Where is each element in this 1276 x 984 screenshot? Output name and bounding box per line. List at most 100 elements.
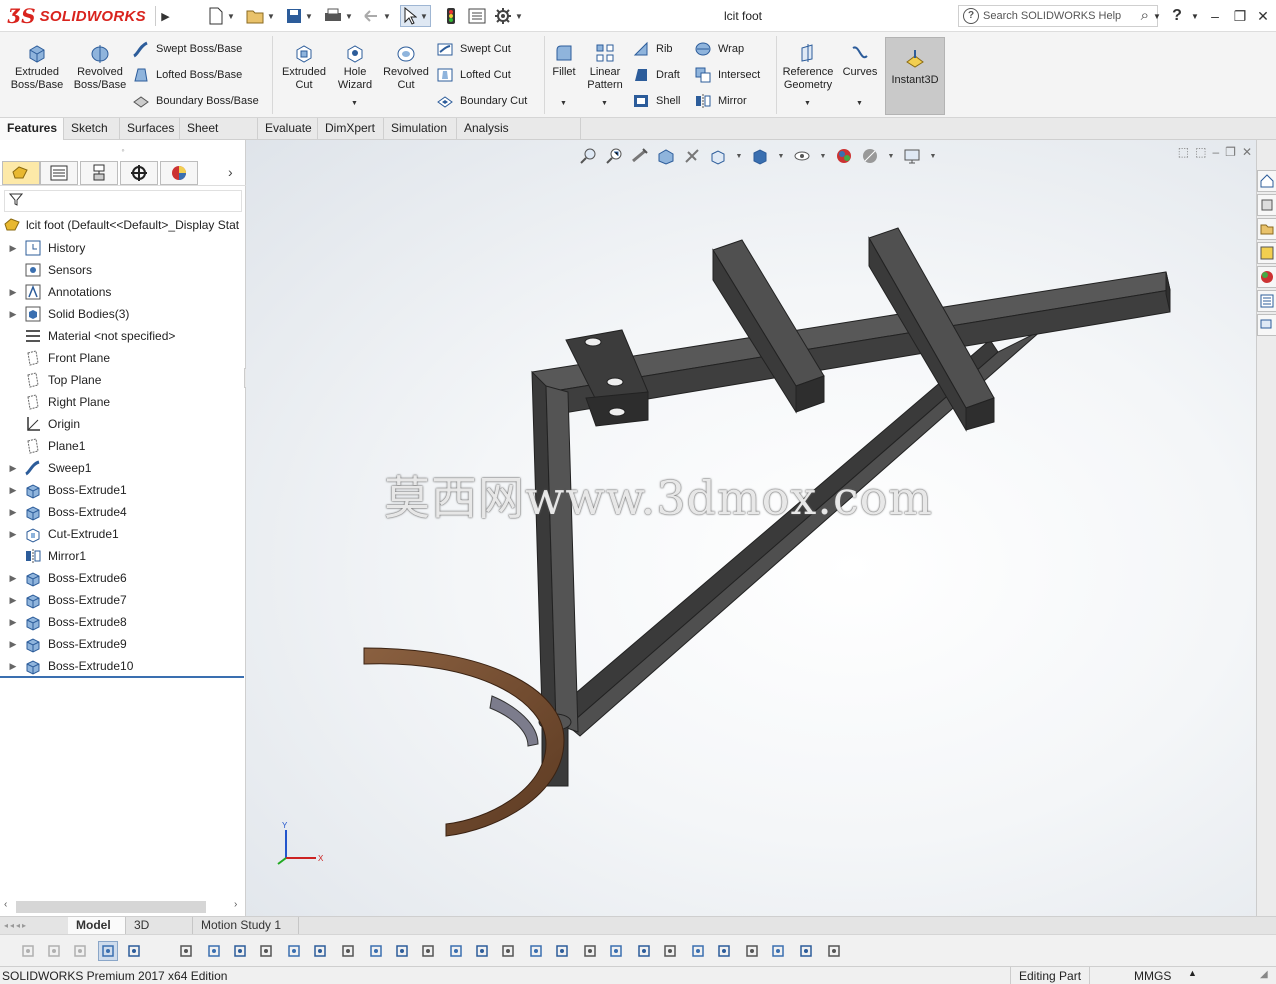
tab-features[interactable]: Features <box>0 118 64 140</box>
reference-geometry-dropdown-icon[interactable]: ▼ <box>804 100 811 107</box>
filter-mates-icon[interactable] <box>824 941 844 961</box>
boundary-cut-button[interactable]: Boundary Cut <box>436 90 527 112</box>
filter-centers-icon[interactable] <box>392 941 412 961</box>
tree-item[interactable]: ▶ Boss-Extrude4 <box>0 501 244 523</box>
expand-arrow-icon[interactable]: ▶ <box>6 529 20 540</box>
part-model[interactable] <box>246 140 1256 916</box>
expand-arrow-icon[interactable]: ▶ <box>6 243 20 254</box>
shell-button[interactable]: Shell <box>632 90 680 112</box>
scroll-thumb[interactable] <box>16 901 206 913</box>
open-button[interactable]: ▼ <box>246 5 275 27</box>
select-tool-icon[interactable] <box>98 941 118 961</box>
filter-annotations-icon[interactable] <box>446 941 466 961</box>
filter-bodies-icon[interactable] <box>284 941 304 961</box>
curves-dropdown-icon[interactable]: ▼ <box>856 100 863 107</box>
mirror-button[interactable]: Mirror <box>694 90 747 112</box>
swept-boss-button[interactable]: Swept Boss/Base <box>132 38 242 60</box>
tab-display-manager[interactable] <box>160 161 198 185</box>
menu-expand-arrow-icon[interactable]: ▶ <box>155 6 175 26</box>
restore-icon[interactable]: ❐ <box>1229 5 1251 27</box>
linear-pattern-dropdown-icon[interactable]: ▼ <box>601 100 608 107</box>
expand-arrow-icon[interactable]: ▶ <box>6 617 20 628</box>
fillet-button[interactable]: Fillet <box>548 42 580 79</box>
swept-cut-button[interactable]: Swept Cut <box>436 38 511 60</box>
tree-item[interactable]: ▶ Solid Bodies(3) <box>0 303 244 325</box>
tab-simulation[interactable]: Simulation <box>384 118 457 140</box>
rollback-bar[interactable] <box>0 676 244 678</box>
search-dropdown-icon[interactable]: ▼ <box>1146 5 1168 27</box>
tree-item[interactable]: ▶ Boss-Extrude9 <box>0 633 244 655</box>
tree-item[interactable]: Top Plane <box>0 369 244 391</box>
tab-analysis-preparation[interactable]: Analysis Preparation <box>457 118 581 156</box>
search-input[interactable]: ? Search SOLIDWORKS Help ⌕ <box>958 5 1158 27</box>
unit-system[interactable]: MMGS <box>1134 969 1171 983</box>
filter-notes-icon[interactable] <box>498 941 518 961</box>
hole-wizard-dropdown-icon[interactable]: ▼ <box>351 100 358 107</box>
expand-arrow-icon[interactable]: ▶ <box>6 507 20 518</box>
reference-geometry-button[interactable]: Reference Geometry <box>780 42 836 92</box>
panel-grip[interactable]: ◦ <box>0 140 246 160</box>
tab-scroll-arrows[interactable]: ◂◂◂▸ <box>0 917 66 934</box>
tree-item[interactable]: Right Plane <box>0 391 244 413</box>
filter-surface-bodies-icon[interactable] <box>472 941 492 961</box>
tree-item[interactable]: ▶ Boss-Extrude8 <box>0 611 244 633</box>
new-document-button[interactable]: ▼ <box>208 5 235 27</box>
tree-item[interactable]: ▶ Boss-Extrude6 <box>0 567 244 589</box>
print-button[interactable]: ▼ <box>324 5 353 27</box>
custom-properties-button[interactable] <box>1257 290 1276 312</box>
tree-item[interactable]: Plane1 <box>0 435 244 457</box>
expand-arrow-icon[interactable]: ▶ <box>6 595 20 606</box>
filter-edges-icon[interactable] <box>70 941 90 961</box>
tab-sketch[interactable]: Sketch <box>64 118 120 140</box>
filter-sketch-points-icon[interactable] <box>338 941 358 961</box>
tree-item[interactable]: ▶ Boss-Extrude7 <box>0 589 244 611</box>
tree-item[interactable]: ▶ Annotations <box>0 281 244 303</box>
revolved-boss-button[interactable]: Revolved Boss/Base <box>70 42 130 92</box>
minimize-icon[interactable]: – <box>1204 5 1226 27</box>
select-button[interactable]: ▼ <box>400 5 431 27</box>
design-library-button[interactable] <box>1257 194 1276 216</box>
filter-balloons-icon[interactable] <box>634 941 654 961</box>
filter-axes-icon[interactable] <box>230 941 250 961</box>
filter-faces-icon[interactable] <box>44 941 64 961</box>
tab-surfaces[interactable]: Surfaces <box>120 118 180 140</box>
filter-midpoints-icon[interactable] <box>366 941 386 961</box>
tab-model[interactable]: Model <box>68 917 126 934</box>
curves-button[interactable]: Curves <box>840 42 880 79</box>
draft-button[interactable]: Draft <box>632 64 680 86</box>
appearances-button[interactable] <box>1257 266 1276 288</box>
tree-root-part[interactable]: lcit foot (Default<<Default>_Display Sta… <box>4 215 244 235</box>
filter-blocks-icon[interactable] <box>688 941 708 961</box>
tree-item[interactable]: ▶ Boss-Extrude10 <box>0 655 244 677</box>
undo-button[interactable]: ▼ <box>362 5 391 27</box>
intersect-button[interactable]: Intersect <box>694 64 760 86</box>
tab-dimxpert[interactable]: DimXpert <box>318 118 384 140</box>
tab-motion-study[interactable]: Motion Study 1 <box>193 917 299 934</box>
filter-cosmetic-threads-icon[interactable] <box>660 941 680 961</box>
tree-item[interactable]: Origin <box>0 413 244 435</box>
tab-evaluate[interactable]: Evaluate <box>258 118 318 140</box>
filter-gtol-icon[interactable] <box>552 941 572 961</box>
scroll-left-icon[interactable]: ‹ <box>4 899 7 910</box>
graphics-area[interactable]: ▼ ▼ ▼ ▼ ▼ ⬚ ⬚ – ❐ ✕ 莫西网www.3dmox.com X Y <box>246 140 1256 916</box>
lofted-cut-button[interactable]: Lofted Cut <box>436 64 511 86</box>
tree-item[interactable]: Material <not specified> <box>0 325 244 347</box>
filter-centerlines-icon[interactable] <box>714 941 734 961</box>
tree-item[interactable]: ▶ Boss-Extrude1 <box>0 479 244 501</box>
options-button[interactable]: ▼ <box>494 5 523 27</box>
filter-field[interactable] <box>4 190 242 212</box>
filter-sketch-segments-icon[interactable] <box>310 941 330 961</box>
filter-planes-icon[interactable] <box>256 941 276 961</box>
tab-3d-views[interactable]: 3D Views <box>126 917 193 948</box>
expand-arrow-icon[interactable]: ▶ <box>6 639 20 650</box>
filter-tables-icon[interactable] <box>768 941 788 961</box>
filter-dimensions-icon[interactable] <box>418 941 438 961</box>
tree-item[interactable]: Mirror1 <box>0 545 244 567</box>
horizontal-scrollbar[interactable]: ‹ › <box>0 898 246 916</box>
rib-button[interactable]: Rib <box>632 38 673 60</box>
filter-datums-icon[interactable] <box>580 941 600 961</box>
hole-wizard-button[interactable]: Hole Wizard <box>332 42 378 92</box>
close-icon[interactable]: ✕ <box>1252 5 1274 27</box>
filter-welds-icon[interactable] <box>526 941 546 961</box>
tree-item[interactable]: ▶ Cut-Extrude1 <box>0 523 244 545</box>
